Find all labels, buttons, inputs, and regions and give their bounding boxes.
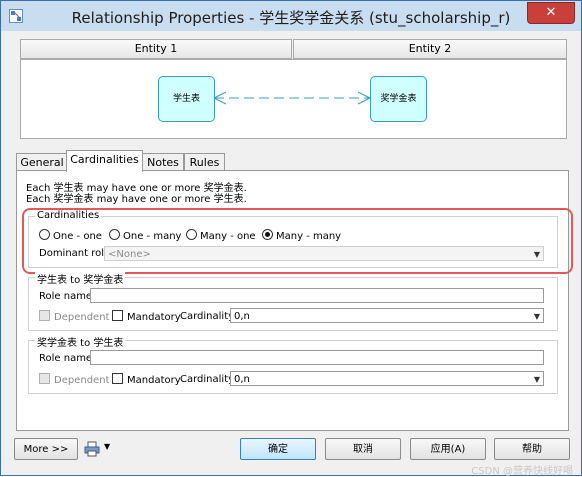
radio-one-one[interactable]: One - one <box>39 229 102 242</box>
description-line-2: Each 奖学金表 may have one or more 学生表. <box>26 194 247 205</box>
entity2-header[interactable]: Entity 2 <box>293 39 567 59</box>
role2-cardinality-label: Cardinality: <box>180 374 237 385</box>
relationship-link <box>213 91 371 105</box>
role2-role-name-input[interactable] <box>90 350 544 365</box>
role2-group-title: 奖学金表 to 学生表 <box>35 334 126 349</box>
role1-cardinality-value: 0,n <box>234 311 250 322</box>
dropdown-arrow-icon: ▼ <box>533 250 540 259</box>
radio-one-one-label: One - one <box>53 231 102 242</box>
help-button[interactable]: 帮助 <box>494 438 570 460</box>
checkbox-box <box>112 373 123 384</box>
radio-circle <box>39 229 50 240</box>
entity1-header[interactable]: Entity 1 <box>20 39 292 59</box>
role1-dependent-checkbox[interactable]: Dependent <box>39 310 109 323</box>
relationship-diagram: 学生表 奖学金表 <box>20 59 567 139</box>
role2-cardinality-value: 0,n <box>234 374 250 385</box>
checkbox-box <box>112 310 123 321</box>
dominant-role-select[interactable]: <None> ▼ <box>104 246 544 261</box>
cancel-button[interactable]: 取消 <box>325 438 401 460</box>
role2-role-name-label: Role name: <box>39 353 96 364</box>
apply-button[interactable]: 应用(A) <box>410 438 486 460</box>
tab-rules[interactable]: Rules <box>184 153 225 171</box>
dominant-role-value: <None> <box>108 249 151 260</box>
role2-dependent-label: Dependent <box>54 375 110 386</box>
radio-many-many[interactable]: Many - many <box>262 229 341 242</box>
role2-mandatory-checkbox[interactable]: Mandatory <box>112 373 181 386</box>
dropdown-arrow-icon: ▼ <box>533 312 540 321</box>
checkbox-box <box>39 310 50 321</box>
dropdown-arrow-icon: ▼ <box>533 375 540 384</box>
watermark: CSDN @营养快线好喝 <box>471 466 573 477</box>
dialog-window: Relationship Properties - 学生奖学金关系 (stu_s… <box>0 0 582 477</box>
close-button[interactable]: ✕ <box>527 2 575 24</box>
role1-dependent-label: Dependent <box>54 312 110 323</box>
role1-group-title: 学生表 to 奖学金表 <box>35 271 126 286</box>
radio-circle <box>186 229 197 240</box>
tab-general[interactable]: General <box>16 153 68 171</box>
role1-mandatory-checkbox[interactable]: Mandatory <box>112 310 181 323</box>
role2-dependent-checkbox[interactable]: Dependent <box>39 373 109 386</box>
role1-cardinality-label: Cardinality: <box>180 311 237 322</box>
role2-cardinality-select[interactable]: 0,n ▼ <box>230 371 544 386</box>
checkbox-box <box>39 373 50 384</box>
radio-many-one[interactable]: Many - one <box>186 229 256 242</box>
tab-notes[interactable]: Notes <box>142 153 184 171</box>
radio-many-one-label: Many - one <box>200 231 256 242</box>
role1-role-name-input[interactable] <box>90 288 544 303</box>
role1-mandatory-label: Mandatory <box>127 312 181 323</box>
radio-circle-selected <box>262 229 273 240</box>
role1-cardinality-select[interactable]: 0,n ▼ <box>230 308 544 323</box>
role2-mandatory-label: Mandatory <box>127 375 181 386</box>
dominant-role-label: Dominant role: <box>39 248 114 259</box>
radio-circle <box>109 229 120 240</box>
radio-one-many[interactable]: One - many <box>109 229 181 242</box>
close-icon: ✕ <box>545 5 557 20</box>
cardinalities-group-title: Cardinalities <box>35 210 102 221</box>
window-title: Relationship Properties - 学生奖学金关系 (stu_s… <box>71 9 511 27</box>
role1-role-name-label: Role name: <box>39 291 96 302</box>
title-bar[interactable]: Relationship Properties - 学生奖学金关系 (stu_s… <box>1 1 581 31</box>
printer-icon <box>84 441 100 457</box>
dropdown-arrow-icon: ▼ <box>104 442 111 451</box>
tab-cardinalities[interactable]: Cardinalities <box>66 150 143 172</box>
radio-many-many-label: Many - many <box>276 231 342 242</box>
ok-button[interactable]: 确定 <box>240 438 316 460</box>
more-button[interactable]: More >> <box>14 438 78 460</box>
radio-one-many-label: One - many <box>123 231 182 242</box>
print-menu-button[interactable]: ▼ <box>84 441 116 457</box>
